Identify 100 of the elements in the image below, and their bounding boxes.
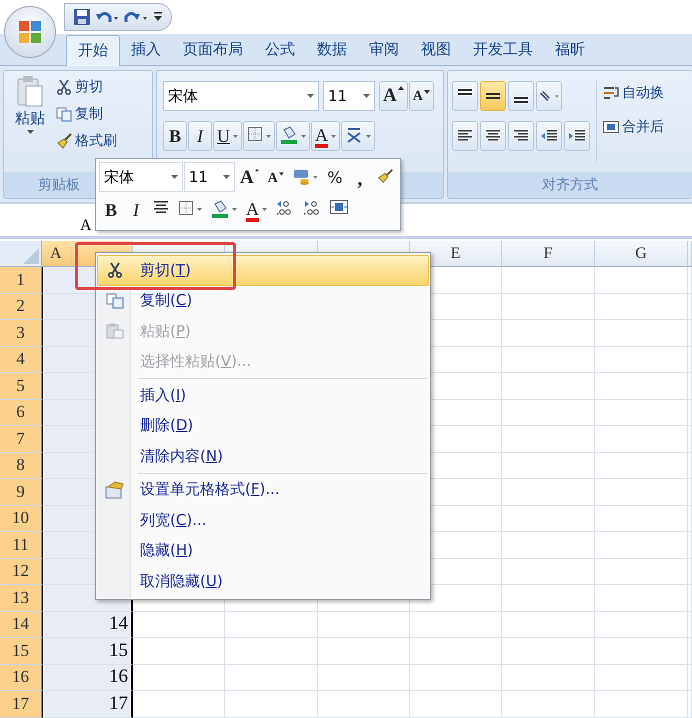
format-cells-icon	[105, 480, 125, 499]
align-button[interactable]	[508, 81, 534, 111]
brush-icon	[376, 168, 393, 184]
caret-icon	[313, 176, 318, 178]
row-header[interactable]: 10	[0, 506, 42, 532]
row-header[interactable]: 11	[0, 532, 42, 558]
fill-color-button[interactable]	[276, 121, 310, 151]
table-cell: 14	[42, 612, 133, 638]
bold-button[interactable]: B	[99, 195, 123, 223]
paint-bucket-icon	[280, 126, 298, 144]
row-header[interactable]: 7	[0, 426, 42, 452]
ribbon-tab[interactable]: 审阅	[358, 35, 410, 65]
copy-button[interactable]: 复制	[56, 102, 117, 126]
align-button[interactable]	[452, 81, 478, 111]
ribbon-tab[interactable]: 开始	[66, 35, 120, 66]
font-name-field[interactable]: 宋体	[163, 81, 319, 111]
row-header[interactable]: 9	[0, 479, 42, 506]
ribbon-tab[interactable]: 页面布局	[172, 35, 254, 65]
font-name-field[interactable]: 宋体	[99, 162, 183, 192]
comma-style-button[interactable]: ,	[348, 163, 372, 191]
customize-icon[interactable]	[153, 11, 163, 23]
shrink-font-button[interactable]: A	[264, 163, 288, 191]
menu-item[interactable]: 清除内容(N)	[97, 441, 429, 472]
percent-button[interactable]: %	[322, 163, 347, 191]
italic-button[interactable]: I	[124, 195, 148, 223]
menu-item[interactable]: 取消隐藏(U)	[97, 566, 429, 596]
ribbon-tab[interactable]: 插入	[120, 35, 172, 65]
menu-item[interactable]: 列宽(C)...	[97, 505, 429, 536]
menu-item[interactable]: 删除(D)	[97, 410, 429, 441]
caret-icon	[262, 208, 267, 210]
ribbon-tab[interactable]: 福昕	[544, 35, 596, 65]
indent-button[interactable]	[536, 121, 562, 151]
paste-button[interactable]: 粘贴	[8, 75, 52, 168]
undo-icon[interactable]	[95, 9, 119, 25]
borders-icon	[247, 126, 263, 142]
copy-icon	[56, 106, 72, 122]
bold-button[interactable]: B	[163, 121, 187, 151]
redo-icon[interactable]	[123, 9, 149, 25]
ribbon-tab[interactable]: 公式	[254, 35, 306, 65]
grow-font-button[interactable]: A	[379, 81, 408, 111]
merge-center-button[interactable]: 合并后	[603, 115, 664, 139]
ribbon-tab[interactable]: 开发工具	[462, 35, 544, 65]
shrink-font-button[interactable]: A	[408, 81, 434, 111]
office-button[interactable]	[4, 6, 56, 58]
caret-icon	[307, 94, 314, 98]
row-header[interactable]: 12	[0, 558, 42, 585]
row-header[interactable]: 2	[0, 294, 42, 320]
ribbon-tab[interactable]: 数据	[306, 35, 358, 65]
borders-button[interactable]	[243, 121, 275, 151]
row-header[interactable]: 17	[0, 691, 42, 718]
menu-item[interactable]: 插入(I)	[97, 380, 429, 410]
row-header[interactable]: 4	[0, 346, 42, 373]
table-cell: 17	[42, 691, 133, 718]
align-button[interactable]	[480, 121, 506, 151]
align-icon	[153, 200, 169, 214]
row-header[interactable]: 8	[0, 452, 42, 479]
row-header[interactable]: 3	[0, 320, 42, 346]
row-header[interactable]: 5	[0, 373, 42, 400]
logo-icon	[18, 20, 42, 44]
row-header[interactable]: 16	[0, 664, 42, 691]
name-box[interactable]: A	[80, 217, 92, 235]
row-header[interactable]: 1	[0, 267, 42, 294]
row-header[interactable]: 13	[0, 585, 42, 612]
caret-icon	[26, 130, 34, 134]
caret-icon	[197, 208, 202, 210]
group-label: 对齐方式	[448, 172, 692, 198]
font-size-field[interactable]: 11	[323, 81, 375, 111]
row-header[interactable]: 14	[0, 612, 42, 638]
row-header[interactable]: 6	[0, 400, 42, 426]
slanted-lines-icon	[539, 88, 552, 104]
scissors-icon	[56, 79, 72, 95]
font-color-button[interactable]: A	[242, 195, 271, 223]
menu-item[interactable]: 剪切(T)	[97, 255, 429, 286]
save-icon[interactable]	[73, 8, 91, 26]
menu-item[interactable]: 隐藏(H)	[97, 536, 429, 566]
font-size-field[interactable]: 11	[184, 162, 236, 192]
clipboard-icon	[17, 75, 43, 107]
menu-item[interactable]: 设置单元格格式(F)...	[97, 474, 429, 505]
phonetic-button[interactable]	[341, 121, 375, 151]
align-button[interactable]	[508, 121, 534, 151]
italic-button[interactable]: I	[188, 121, 212, 151]
triangle-icon	[23, 248, 39, 264]
font-color-button[interactable]: A	[311, 121, 340, 151]
ribbon-tab[interactable]: 视图	[410, 35, 462, 65]
column-header[interactable]: G	[595, 241, 688, 267]
menu-item[interactable]: 复制(C)	[97, 286, 429, 316]
cut-button[interactable]: 剪切	[56, 75, 117, 99]
column-header[interactable]: F	[502, 241, 595, 267]
format-painter-button[interactable]: 格式刷	[56, 129, 117, 153]
indent-button[interactable]	[564, 121, 590, 151]
align-icon	[486, 93, 500, 99]
underline-button[interactable]: U	[213, 121, 242, 151]
wrap-text-button[interactable]: 自动换	[603, 81, 664, 105]
orientation-button[interactable]	[536, 81, 562, 111]
align-button[interactable]	[480, 81, 506, 111]
row-header[interactable]: 15	[0, 638, 42, 664]
align-button[interactable]	[452, 121, 478, 151]
scissors-icon	[107, 262, 123, 278]
caret-icon	[366, 134, 371, 138]
grow-font-button[interactable]: A	[236, 163, 263, 191]
